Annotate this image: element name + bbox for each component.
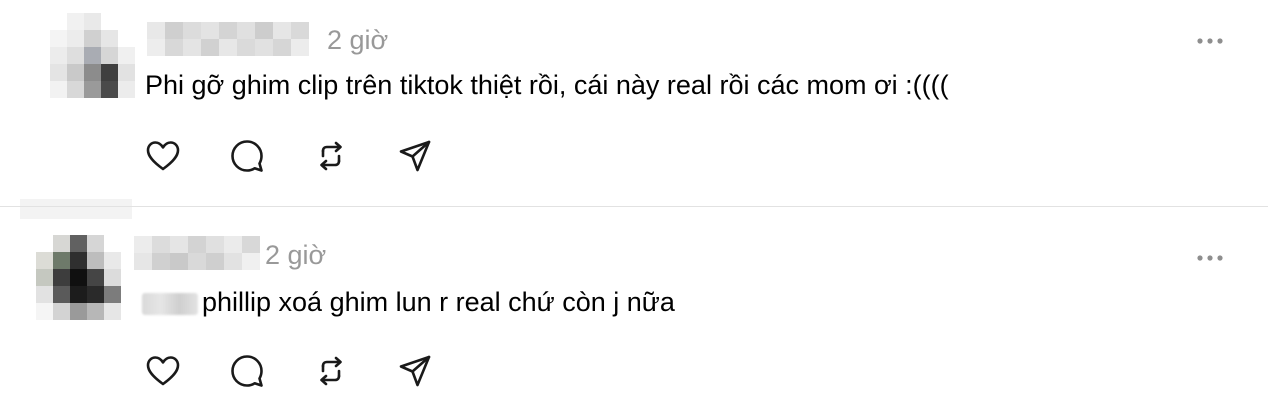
more-options-button[interactable] [1196, 33, 1226, 51]
comment-icon [231, 355, 263, 387]
more-options-button[interactable] [1196, 250, 1226, 268]
heart-icon [146, 141, 180, 171]
avatar[interactable] [50, 13, 135, 98]
timestamp: 2 giờ [265, 240, 327, 270]
repost-icon [320, 356, 342, 386]
comment-row: phillip xoá ghim lun r real chứ còn j nữ… [142, 287, 675, 318]
avatar[interactable] [36, 235, 121, 320]
mention-blurred[interactable] [142, 292, 198, 315]
repost-button[interactable] [309, 349, 353, 393]
action-bar [141, 349, 437, 393]
reply-button[interactable] [225, 134, 269, 178]
share-button[interactable] [393, 134, 437, 178]
comment-text: phillip xoá ghim lun r real chứ còn j nữ… [202, 287, 675, 317]
username-blurred[interactable] [147, 22, 309, 56]
share-button[interactable] [393, 349, 437, 393]
comment-text: Phi gỡ ghim clip trên tiktok thiệt rồi, … [145, 70, 949, 100]
timestamp: 2 giờ [327, 25, 389, 55]
comment-icon [231, 140, 263, 172]
heart-icon [146, 356, 180, 386]
share-icon [399, 355, 431, 387]
repost-button[interactable] [309, 134, 353, 178]
comment-2: 2 giờ phillip xoá ghim lun r real chứ cò… [0, 207, 1268, 418]
like-button[interactable] [141, 349, 185, 393]
ellipsis-icon [1197, 38, 1223, 44]
reply-button[interactable] [225, 349, 269, 393]
username-blurred[interactable] [134, 236, 260, 270]
like-button[interactable] [141, 134, 185, 178]
action-bar [141, 134, 437, 178]
repost-icon [320, 141, 342, 171]
ellipsis-icon [1197, 255, 1223, 261]
comment-1: 2 giờ Phi gỡ ghim clip trên tiktok thiệt… [0, 0, 1268, 206]
share-icon [399, 140, 431, 172]
